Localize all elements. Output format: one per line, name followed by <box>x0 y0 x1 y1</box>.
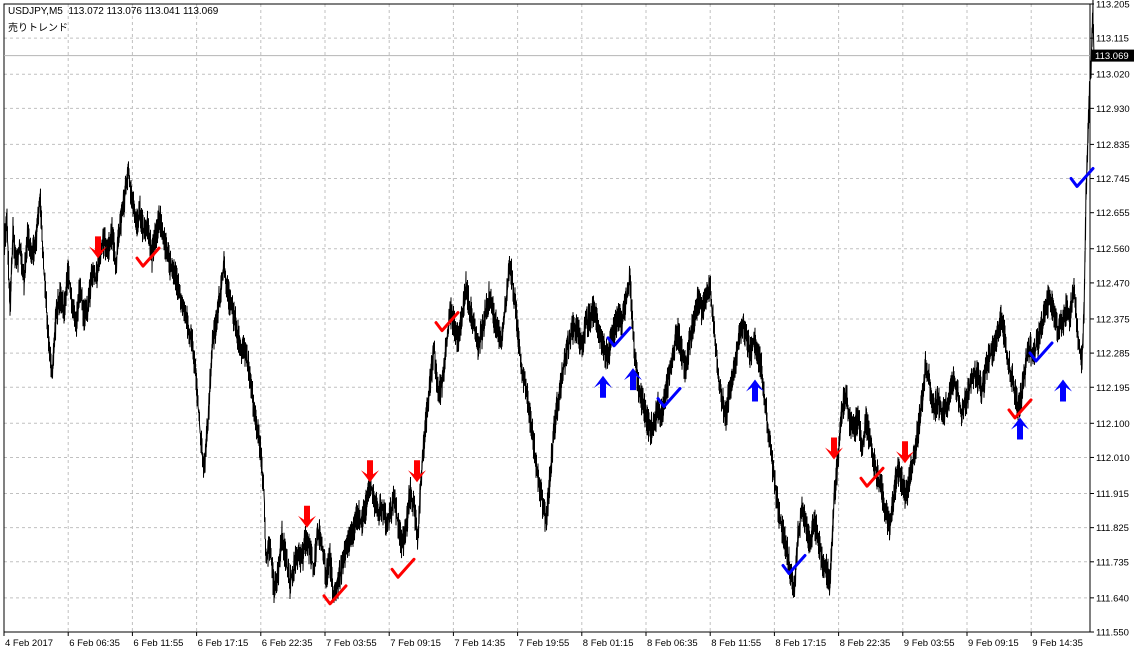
check-shape <box>781 553 807 575</box>
x-tick-label: 7 Feb 03:55 <box>326 638 377 649</box>
check-icon <box>135 246 161 268</box>
buy-arrow-shape <box>1054 379 1072 402</box>
y-tick-label: 112.285 <box>1096 349 1130 360</box>
buy-arrow-shape <box>1011 417 1029 440</box>
x-tick-label: 8 Feb 01:15 <box>583 638 634 649</box>
y-tick-label: 112.560 <box>1096 244 1130 255</box>
y-tick-label: 112.195 <box>1096 383 1130 394</box>
buy-arrow-icon <box>1011 417 1029 440</box>
buy-arrow-shape <box>746 379 764 402</box>
x-tick-label: 8 Feb 22:35 <box>840 638 891 649</box>
check-icon <box>656 387 682 409</box>
grid <box>4 4 1090 632</box>
x-tick-label: 8 Feb 17:15 <box>775 638 826 649</box>
sell-arrow-shape <box>298 505 316 528</box>
ohlc-values: 113.072 113.076 113.041 113.069 <box>68 6 219 17</box>
symbol-timeframe: USDJPY,M5 <box>8 6 63 17</box>
indicator-label: 売りトレンド <box>8 23 68 34</box>
y-tick-label: 112.470 <box>1096 278 1130 289</box>
x-tick-label: 7 Feb 09:15 <box>390 638 441 649</box>
chart-canvas[interactable]: 113.205 113.115 113.020 112.930 112.835 112.7… <box>0 0 1135 658</box>
check-shape <box>135 246 161 268</box>
price-series <box>3 0 1095 604</box>
plot-border <box>3 3 1091 633</box>
x-tick-label: 7 Feb 14:35 <box>454 638 505 649</box>
x-tick-label: 9 Feb 09:15 <box>968 638 1019 649</box>
buy-arrow-shape <box>594 375 612 398</box>
x-tick-label: 6 Feb 06:35 <box>69 638 120 649</box>
chart-frame <box>3 3 1091 633</box>
signal-markers <box>89 166 1095 606</box>
buy-arrow-icon <box>746 379 764 402</box>
y-tick-label: 113.205 <box>1096 0 1130 11</box>
sell-arrow-shape <box>825 437 843 460</box>
buy-arrow-icon <box>1054 379 1072 402</box>
y-tick-label: 113.020 <box>1096 70 1130 81</box>
sell-arrow-shape <box>361 460 379 483</box>
x-tick-label: 8 Feb 11:55 <box>711 638 761 649</box>
check-shape <box>656 387 682 409</box>
y-tick-label: 111.550 <box>1096 628 1129 639</box>
y-tick-label: 111.825 <box>1096 523 1129 534</box>
buy-arrow-icon <box>594 375 612 398</box>
current-price-line: 113.069 <box>4 49 1134 62</box>
y-tick-label: 112.745 <box>1096 174 1130 185</box>
y-tick-label: 112.835 <box>1096 140 1130 151</box>
sell-arrow-icon <box>825 437 843 460</box>
y-tick-label: 111.640 <box>1096 593 1129 604</box>
x-tick-label: 4 Feb 2017 <box>5 638 53 649</box>
current-price-label: 113.069 <box>1095 51 1129 62</box>
time-axis[interactable]: 4 Feb 2017 6 Feb 06:35 6 Feb 11:55 6 Feb 17… <box>3 632 1083 649</box>
x-tick-label: 6 Feb 11:55 <box>133 638 183 649</box>
y-tick-label: 112.655 <box>1096 208 1130 219</box>
x-tick-label: 6 Feb 22:35 <box>262 638 313 649</box>
y-tick-label: 112.010 <box>1096 453 1130 464</box>
x-tick-label: 6 Feb 17:15 <box>198 638 249 649</box>
x-tick-label: 7 Feb 19:55 <box>519 638 570 649</box>
price-line <box>3 0 1095 604</box>
symbol-info: USDJPY,M5 113.072 113.076 113.041 113.06… <box>8 6 218 17</box>
x-tick-label: 9 Feb 03:55 <box>904 638 955 649</box>
y-tick-label: 111.735 <box>1096 557 1129 568</box>
y-tick-label: 112.930 <box>1096 104 1130 115</box>
y-tick-label: 111.915 <box>1096 489 1129 500</box>
sell-arrow-icon <box>361 460 379 483</box>
y-tick-label: 112.375 <box>1096 314 1130 325</box>
check-icon <box>781 553 807 575</box>
y-tick-label: 113.115 <box>1096 34 1129 45</box>
price-axis[interactable]: 113.205 113.115 113.020 112.930 112.835 112.7… <box>1090 0 1130 639</box>
sell-arrow-icon <box>298 505 316 528</box>
x-tick-label: 8 Feb 06:35 <box>647 638 698 649</box>
y-tick-label: 112.100 <box>1096 419 1130 430</box>
x-tick-label: 9 Feb 14:35 <box>1032 638 1083 649</box>
price-chart[interactable]: 113.205 113.115 113.020 112.930 112.835 112.7… <box>0 0 1135 658</box>
